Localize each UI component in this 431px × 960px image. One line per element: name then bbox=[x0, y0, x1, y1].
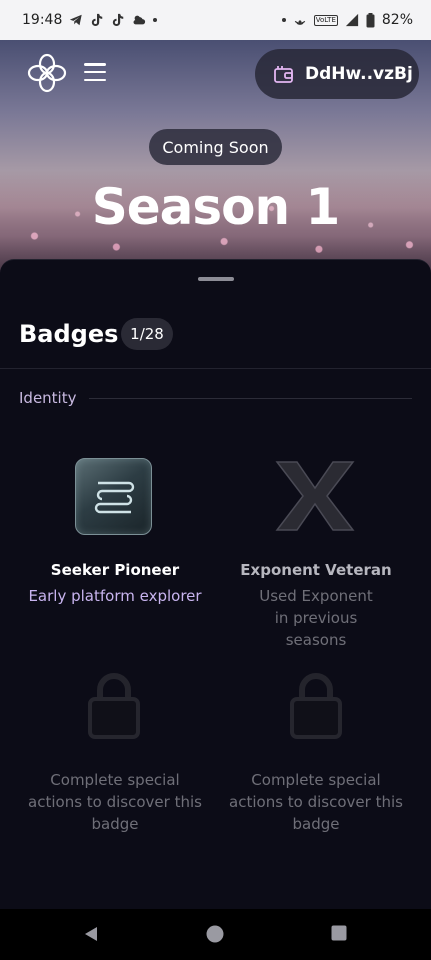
badge-description: Early platform explorer bbox=[28, 587, 202, 605]
season-title: Season 1 bbox=[91, 178, 341, 236]
section-label-identity: Identity bbox=[19, 389, 77, 407]
volte-icon: VoLTE bbox=[313, 14, 338, 26]
locked-badge-hint: Complete special actions to discover thi… bbox=[28, 771, 202, 833]
wallet-address: DdHw..vzBj bbox=[305, 64, 413, 84]
badge-name: Seeker Pioneer bbox=[50, 561, 180, 579]
lock-icon[interactable] bbox=[288, 672, 344, 740]
home-icon[interactable] bbox=[206, 925, 224, 943]
tiktok-icon bbox=[113, 13, 124, 27]
battery-level: 82% bbox=[381, 12, 413, 28]
coming-soon-badge: Coming Soon bbox=[149, 129, 282, 165]
seeker-logo-icon[interactable] bbox=[75, 458, 152, 535]
seeker-s-icon bbox=[94, 481, 135, 514]
clock: 19:48 bbox=[22, 12, 63, 28]
notification-dot bbox=[153, 18, 158, 22]
badge-count-pill: 1/28 bbox=[121, 318, 173, 350]
telegram-icon bbox=[70, 14, 83, 26]
exponent-x-icon[interactable] bbox=[275, 460, 355, 532]
recents-icon[interactable] bbox=[331, 925, 347, 941]
signal-icon bbox=[345, 13, 358, 27]
notification-dot bbox=[281, 18, 286, 22]
section-divider bbox=[89, 398, 412, 399]
lock-icon[interactable] bbox=[86, 672, 142, 740]
badge-description: Used Exponent in previous seasons bbox=[259, 587, 373, 649]
weather-icon bbox=[133, 15, 146, 25]
battery-icon bbox=[366, 12, 375, 27]
back-icon[interactable] bbox=[82, 925, 100, 943]
tiktok-icon bbox=[92, 13, 103, 27]
divider bbox=[0, 368, 431, 369]
navigation-bar bbox=[0, 909, 431, 960]
status-bar: 19:48 VoLTE 82% bbox=[0, 0, 431, 40]
hotspot-icon bbox=[294, 20, 305, 25]
menu-icon[interactable] bbox=[84, 63, 106, 81]
wallet-button[interactable]: DdHw..vzBj bbox=[255, 49, 419, 99]
badges-sheet: Badges 1/28 Identity Seeker Pioneer Earl… bbox=[0, 259, 431, 909]
badges-title: Badges bbox=[19, 320, 119, 348]
sheet-drag-handle[interactable] bbox=[198, 277, 234, 281]
locked-badge-hint: Complete special actions to discover thi… bbox=[229, 771, 403, 833]
app-logo-icon[interactable] bbox=[26, 52, 68, 94]
wallet-icon bbox=[274, 66, 293, 83]
badge-name: Exponent Veteran bbox=[240, 561, 392, 579]
